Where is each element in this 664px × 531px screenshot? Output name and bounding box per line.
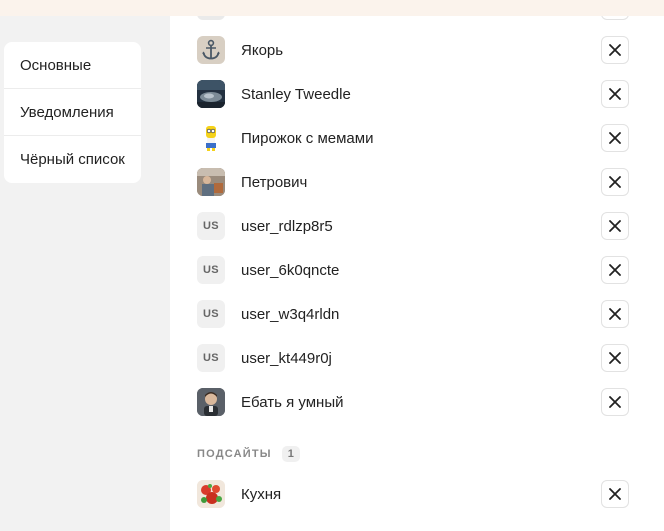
list-item: Якорь [170, 28, 664, 72]
subsite-name[interactable]: Кухня [241, 486, 281, 503]
close-icon [609, 308, 621, 320]
subsites-section-header: ПОДСАЙТЫ 1 [197, 444, 300, 464]
remove-button[interactable] [601, 300, 629, 328]
list-item: Петрович [170, 160, 664, 204]
avatar[interactable]: US [197, 256, 225, 284]
close-icon [609, 132, 621, 144]
remove-button[interactable] [601, 344, 629, 372]
food-avatar[interactable] [197, 480, 225, 508]
user-name[interactable]: Пирожок с мемами [241, 130, 373, 147]
user-name[interactable]: user_kt449r0j [241, 350, 332, 367]
food-icon [197, 480, 225, 508]
list-item: US user_kt449r0j [170, 336, 664, 380]
photo-avatar[interactable] [197, 80, 225, 108]
remove-button[interactable] [601, 124, 629, 152]
top-banner-strip [0, 0, 664, 16]
close-icon [609, 396, 621, 408]
avatar[interactable]: US [197, 300, 225, 328]
remove-button[interactable] [601, 388, 629, 416]
remove-button[interactable] [601, 168, 629, 196]
photo-icon [197, 388, 225, 416]
remove-button[interactable] [601, 80, 629, 108]
count-badge: 1 [281, 446, 300, 462]
sidebar-item-notifications[interactable]: Уведомления [4, 89, 141, 136]
list-item: US user_rdlzp8r5 [170, 204, 664, 248]
list-item: Кухня [170, 472, 664, 516]
blacklist-panel: Якорь Stanley Tweedle Пирожок с мемами П… [170, 16, 664, 531]
cartoon-avatar[interactable] [197, 124, 225, 152]
avatar[interactable]: US [197, 212, 225, 240]
list-item: Пирожок с мемами [170, 116, 664, 160]
photo-avatar[interactable] [197, 168, 225, 196]
user-name[interactable]: user_6k0qncte [241, 262, 339, 279]
close-icon [609, 176, 621, 188]
anchor-avatar[interactable] [197, 36, 225, 64]
user-name[interactable]: Ебать я умный [241, 394, 344, 411]
list-item: US user_6k0qncte [170, 248, 664, 292]
avatar [197, 16, 225, 20]
user-name[interactable]: Stanley Tweedle [241, 86, 351, 103]
avatar[interactable]: US [197, 344, 225, 372]
sidebar-item-blacklist[interactable]: Чёрный список [4, 136, 141, 183]
close-icon [609, 264, 621, 276]
remove-button[interactable] [601, 480, 629, 508]
remove-button[interactable] [601, 36, 629, 64]
remove-button[interactable] [601, 16, 629, 20]
section-title: ПОДСАЙТЫ [197, 448, 272, 460]
close-icon [609, 44, 621, 56]
sidebar-item-general[interactable]: Основные [4, 42, 141, 89]
close-icon [609, 352, 621, 364]
close-icon [609, 488, 621, 500]
photo-icon [197, 80, 225, 108]
cartoon-character-icon [206, 126, 216, 151]
remove-button[interactable] [601, 256, 629, 284]
list-item: US user_w3q4rldn [170, 292, 664, 336]
list-item: Ебать я умный [170, 380, 664, 424]
user-name[interactable]: Якорь [241, 42, 283, 59]
settings-sidebar: Основные Уведомления Чёрный список [4, 42, 141, 183]
remove-button[interactable] [601, 212, 629, 240]
close-icon [609, 88, 621, 100]
list-item: Stanley Tweedle [170, 72, 664, 116]
photo-icon [197, 168, 225, 196]
user-name[interactable]: user_rdlzp8r5 [241, 218, 333, 235]
anchor-icon [202, 39, 220, 60]
close-icon [609, 220, 621, 232]
user-name[interactable]: user_w3q4rldn [241, 306, 339, 323]
photo-avatar[interactable] [197, 388, 225, 416]
user-name[interactable]: Петрович [241, 174, 307, 191]
